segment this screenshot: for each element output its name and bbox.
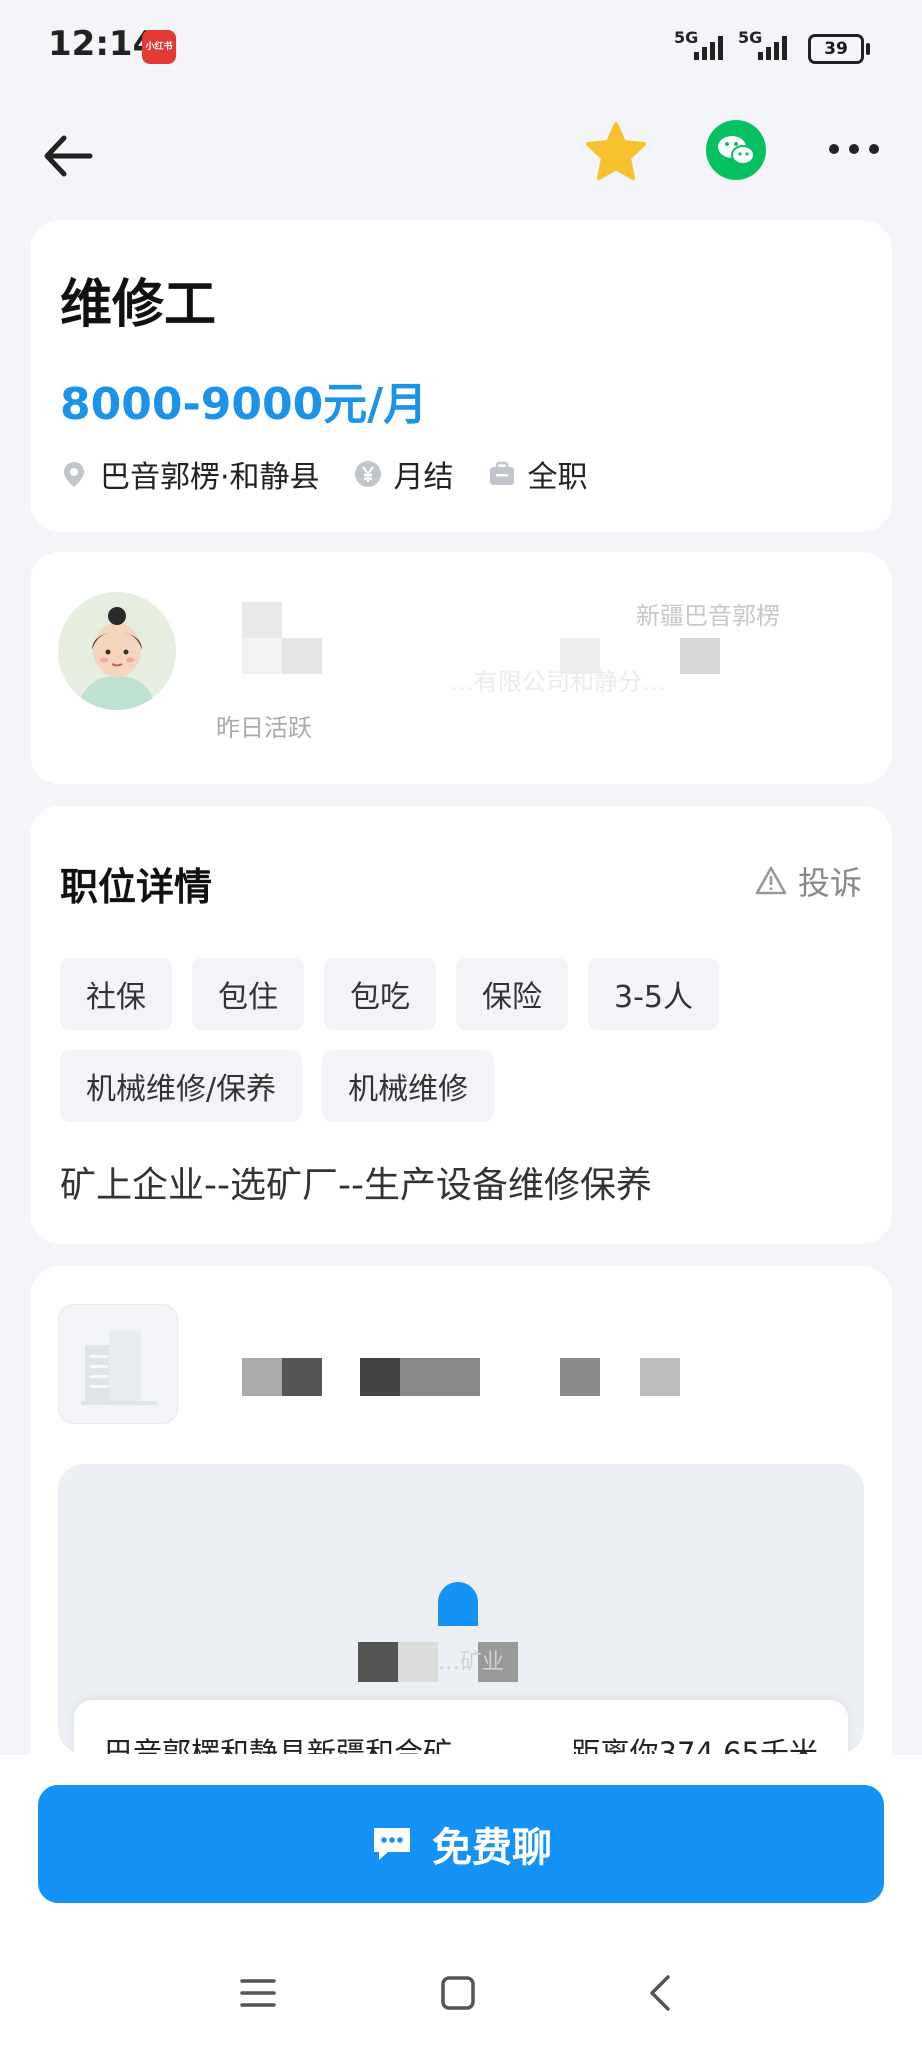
redacted-block [358,1642,398,1682]
back-icon[interactable] [642,1973,682,2013]
recruiter-avatar-icon [58,592,176,710]
company-logo [58,1304,178,1424]
job-tag: 包吃 [324,958,436,1030]
redacted-block [640,1358,680,1396]
job-description: 矿上企业--选矿厂--生产设备维修保养 [60,1165,652,1206]
battery-icon: 39 [808,34,870,64]
wechat-share-button[interactable] [706,120,766,180]
redacted-block [360,1358,400,1396]
job-type-text: 全职 [527,460,588,495]
position-details-card: 职位详情 投诉 社保 包住 包吃 保险 3-5人 机械维修/保养 机械维修 矿上… [30,806,892,1244]
back-arrow-icon[interactable] [40,128,96,184]
employer-card[interactable]: 新疆巴音郭楞 …有限公司和静分… 昨日活跃 [30,552,892,784]
company-card[interactable]: …矿业 巴音郭楞和静县新疆和合矿 距离你374.65千米 [30,1266,892,1786]
report-label: 投诉 [797,864,862,902]
system-nav-bar [0,1955,922,2035]
job-tag: 3-5人 [588,958,719,1030]
redacted-block [560,1358,600,1396]
company-name-text: …有限公司和静分… [450,668,666,696]
more-options-icon[interactable] [826,134,882,164]
pay-cycle-text: 月结 [393,460,454,495]
redacted-block [242,602,282,638]
signal-icon [694,34,723,60]
building-icon [81,1331,157,1405]
address-text: 巴音郭楞和静县新疆和合矿 [104,1736,453,1754]
address-bar: 巴音郭楞和静县新疆和合矿 距离你374.65千米 [74,1700,848,1754]
signal-icon [758,34,787,60]
location-map[interactable]: …矿业 巴音郭楞和静县新疆和合矿 距离你374.65千米 [58,1464,864,1754]
location-item: 巴音郭楞·和静县 [60,452,320,496]
redacted-block [680,638,720,674]
app-notification-icon: 小红书 [142,30,176,64]
warning-icon [755,866,787,895]
distance-text: 距离你374.65千米 [571,1736,818,1754]
menu-icon[interactable] [238,1973,278,2013]
briefcase-icon [489,461,514,485]
location-text: 巴音郭楞·和静县 [100,460,320,495]
chat-bubble-icon [374,1828,410,1860]
redacted-block [282,1358,322,1396]
job-tag: 社保 [60,958,172,1030]
favorite-star-icon[interactable] [584,120,648,184]
status-time: 12:14 [48,24,157,64]
status-bar: 12:14 小红书 5G 5G 39 [0,0,922,96]
job-meta: 巴音郭楞·和静县 月结 全职 [60,452,622,496]
redacted-block [242,638,282,674]
location-pin-icon [64,462,84,487]
salary: 8000-9000元/月 [60,379,428,430]
active-status: 昨日活跃 [216,714,312,742]
top-nav [0,110,922,200]
redacted-block [242,1358,282,1396]
home-icon[interactable] [438,1973,478,2013]
pay-cycle-item: 月结 [354,452,454,496]
job-title: 维修工 [60,275,217,335]
free-chat-button[interactable]: 免费聊 [38,1785,884,1903]
job-tag: 包住 [192,958,304,1030]
job-type-item: 全职 [488,452,588,496]
region-text: 新疆巴音郭楞 [636,602,780,630]
report-button[interactable]: 投诉 [754,858,862,904]
yen-coin-icon [354,461,381,487]
redacted-block [400,1358,480,1396]
job-tag: 保险 [456,958,568,1030]
redacted-block [398,1642,438,1682]
job-summary-card: 维修工 8000-9000元/月 巴音郭楞·和静县 月结 全职 [30,220,892,532]
redacted-block [282,638,322,674]
section-title: 职位详情 [60,865,213,909]
avatar[interactable] [58,592,176,710]
bottom-bar: 免费聊 [0,1755,922,2048]
wechat-icon [718,136,755,165]
job-tag: 机械维修/保养 [60,1050,303,1122]
chat-label: 免费聊 [432,1825,552,1871]
map-marker-icon [438,1582,478,1626]
job-tag: 机械维修 [322,1050,495,1122]
map-place-label: …矿业 [438,1650,505,1675]
job-tags: 社保 包住 包吃 保险 3-5人 机械维修/保养 机械维修 [60,958,860,1122]
